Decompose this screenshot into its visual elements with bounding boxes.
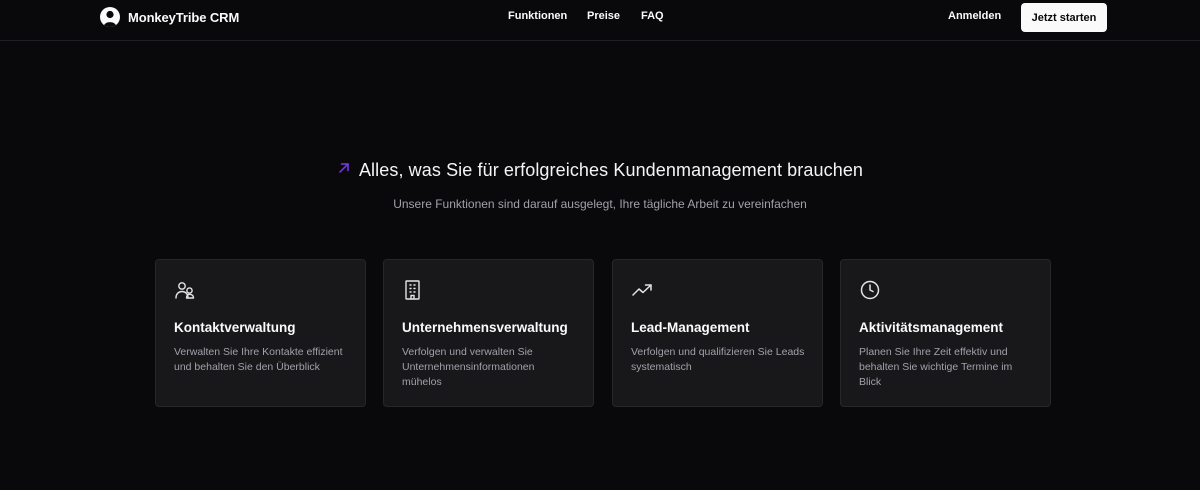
feature-title: Lead-Management xyxy=(631,320,750,335)
feature-title: Aktivitätsmanagement xyxy=(859,320,1004,335)
monkey-logo-icon xyxy=(100,7,120,27)
feature-card-leads: Lead-Management Verfolgen und qualifizie… xyxy=(612,259,823,407)
feature-description: Planen Sie Ihre Zeit effektiv und behalt… xyxy=(859,346,1013,388)
login-link[interactable]: Anmelden xyxy=(948,10,1001,22)
brand-logo-link[interactable]: MonkeyTribe CRM xyxy=(100,7,239,27)
clock-icon xyxy=(859,279,881,301)
feature-card-companies: Unternehmensverwaltung Verfolgen und ver… xyxy=(383,259,594,407)
feature-card-activities: Aktivitätsmanagement Planen Sie Ihre Zei… xyxy=(840,259,1051,407)
nav-link-preise[interactable]: Preise xyxy=(587,10,620,22)
section-title: Alles, was Sie für erfolgreiches Kundenm… xyxy=(358,160,864,180)
feature-title: Unternehmensverwaltung xyxy=(402,320,568,335)
arrow-up-right-icon xyxy=(337,161,351,180)
section-heading: Alles, was Sie für erfolgreiches Kundenm… xyxy=(0,160,1200,181)
nav-link-funktionen[interactable]: Funktionen xyxy=(508,10,567,22)
users-icon xyxy=(174,279,196,301)
feature-description: Verfolgen und qualifizieren Sie Leads sy… xyxy=(631,346,805,373)
get-started-button[interactable]: Jetzt starten xyxy=(1021,3,1107,32)
feature-card-contacts: Kontaktverwaltung Verwalten Sie Ihre Kon… xyxy=(155,259,366,407)
top-navigation-bar: MonkeyTribe CRM Funktionen Preise FAQ An… xyxy=(0,0,1200,41)
nav-link-faq[interactable]: FAQ xyxy=(641,10,664,22)
feature-description: Verfolgen und verwalten Sie Unternehmens… xyxy=(402,346,535,388)
trending-up-icon xyxy=(631,279,653,301)
building-icon xyxy=(402,279,424,301)
feature-title: Kontaktverwaltung xyxy=(174,320,296,335)
brand-name: MonkeyTribe CRM xyxy=(128,9,240,25)
feature-description: Verwalten Sie Ihre Kontakte effizient un… xyxy=(174,346,343,373)
section-subtitle: Unsere Funktionen sind darauf ausgelegt,… xyxy=(393,197,807,211)
